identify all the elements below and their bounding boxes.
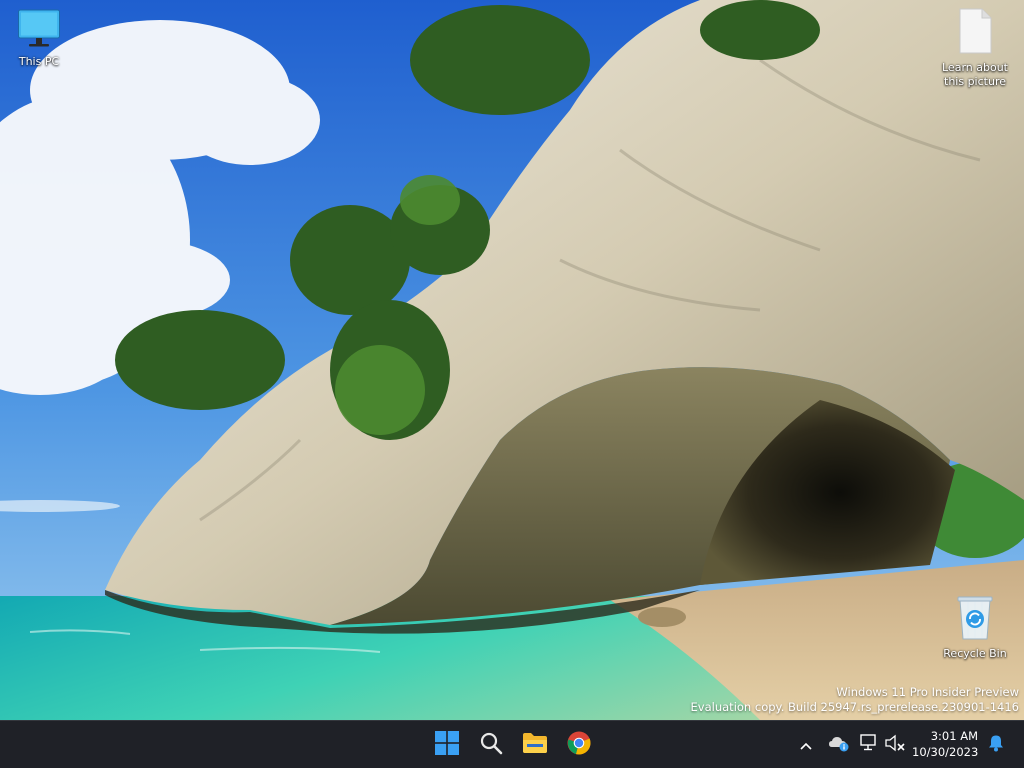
volume-tray-button[interactable] (883, 733, 907, 757)
document-icon (937, 8, 1013, 58)
onedrive-tray-button[interactable] (827, 733, 851, 757)
start-button[interactable] (429, 727, 465, 763)
taskbar[interactable]: 3:01 AM 10/30/2023 (0, 720, 1024, 768)
notification-bell-icon (987, 734, 1005, 756)
desktop-icon-learn-about-picture[interactable]: Learn about this picture (937, 8, 1013, 89)
desktop-icon-label: Recycle Bin (943, 647, 1007, 660)
file-explorer-button[interactable] (517, 727, 553, 763)
desktop-icon-recycle-bin[interactable]: Recycle Bin (937, 596, 1013, 661)
chrome-button[interactable] (561, 727, 597, 763)
desktop-icon-label: This PC (18, 55, 60, 68)
clock[interactable]: 3:01 AM 10/30/2023 (912, 728, 978, 760)
desktop[interactable]: This PC Learn about this picture Recycle… (0, 0, 1024, 720)
clock-date: 10/30/2023 (912, 745, 979, 759)
network-icon (859, 734, 879, 756)
chrome-icon (567, 731, 591, 759)
network-tray-button[interactable] (857, 733, 881, 757)
clock-time: 3:01 AM (930, 729, 978, 743)
monitor-icon (1, 8, 77, 52)
recycle-bin-icon (937, 596, 1013, 644)
windows-watermark: Windows 11 Pro Insider Preview Evaluatio… (691, 685, 1019, 715)
show-hidden-icons-button[interactable] (794, 733, 818, 757)
volume-muted-icon (884, 734, 906, 756)
search-icon (479, 731, 503, 759)
watermark-build: Evaluation copy. Build 25947.rs_prerelea… (690, 700, 1019, 714)
notification-center-button[interactable] (984, 733, 1008, 757)
folder-icon (522, 732, 548, 758)
wallpaper (0, 0, 1024, 720)
watermark-edition: Windows 11 Pro Insider Preview (836, 685, 1019, 699)
desktop-icon-label: Learn about this picture (942, 61, 1008, 88)
onedrive-icon (828, 734, 850, 756)
desktop-icon-this-pc[interactable]: This PC (1, 8, 77, 69)
search-button[interactable] (473, 727, 509, 763)
windows-logo-icon (435, 731, 459, 759)
chevron-up-icon (799, 736, 813, 755)
